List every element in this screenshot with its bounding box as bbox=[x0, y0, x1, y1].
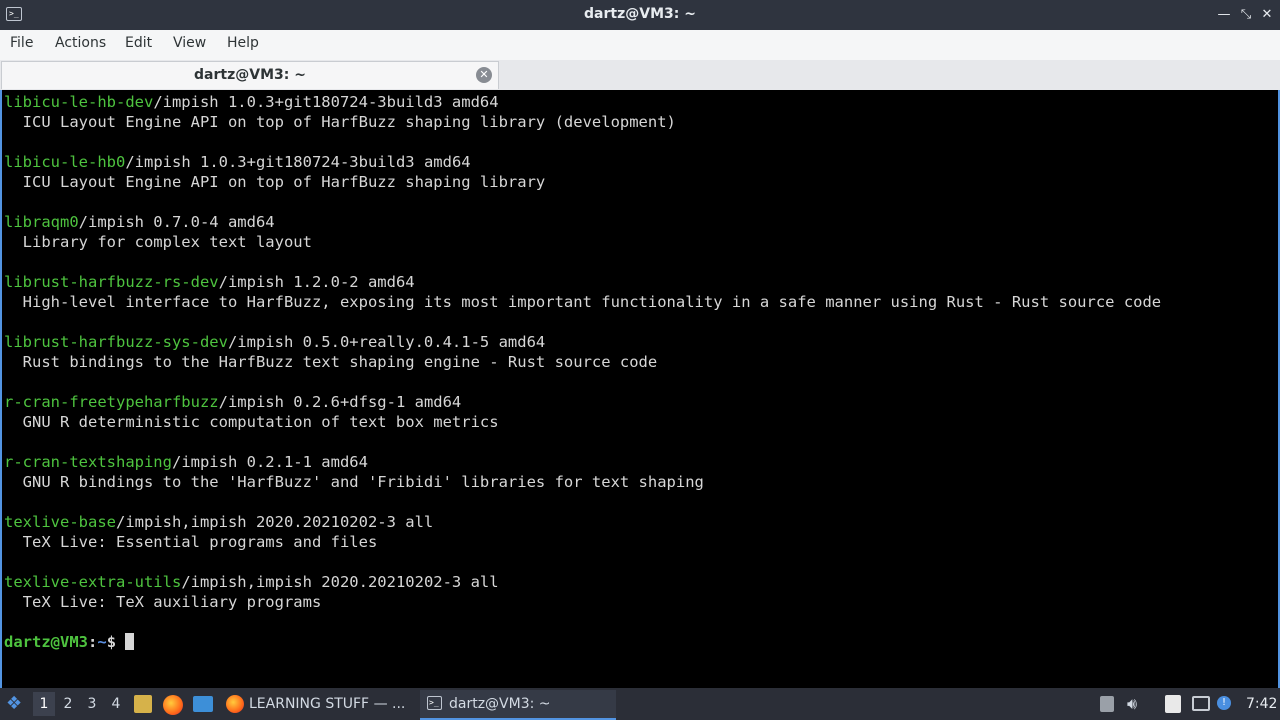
clipboard-icon[interactable] bbox=[1165, 695, 1181, 713]
package-version: /impish,impish 2020.20210202-3 all bbox=[181, 573, 499, 591]
network-icon[interactable] bbox=[1192, 696, 1210, 711]
prompt-line: dartz@VM3:~$ bbox=[4, 632, 1161, 652]
file-manager-icon[interactable] bbox=[134, 695, 152, 713]
package-description: Library for complex text layout bbox=[4, 233, 312, 251]
close-icon[interactable]: ✕ bbox=[1258, 6, 1276, 24]
package-line: texlive-base/impish,impish 2020.20210202… bbox=[4, 512, 1161, 532]
package-description: TeX Live: TeX auxiliary programs bbox=[4, 593, 322, 611]
package-version: /impish,impish 2020.20210202-3 all bbox=[115, 513, 434, 531]
package-name: r-cran-textshaping bbox=[4, 453, 172, 471]
taskbar: ❖ 1 2 3 4 LEARNING STUFF — ... >_ dartz@… bbox=[0, 688, 1280, 720]
menu-file[interactable]: File bbox=[10, 35, 33, 51]
tab-close-icon[interactable]: ✕ bbox=[476, 67, 492, 83]
package-name: texlive-extra-utils bbox=[4, 573, 182, 591]
menu-edit[interactable]: Edit bbox=[125, 35, 152, 51]
menu-help[interactable]: Help bbox=[227, 35, 259, 51]
cursor[interactable] bbox=[125, 633, 135, 650]
task-firefox[interactable]: LEARNING STUFF — ... bbox=[222, 690, 412, 718]
package-name: libicu-le-hb-dev bbox=[4, 93, 154, 111]
tab-label: dartz@VM3: ~ bbox=[194, 67, 306, 83]
prompt-user: dartz@VM3 bbox=[4, 633, 88, 651]
package-line: librust-harfbuzz-rs-dev/impish 1.2.0-2 a… bbox=[4, 272, 1161, 292]
package-name: texlive-base bbox=[4, 513, 116, 531]
clock[interactable]: 7:42 bbox=[1246, 688, 1277, 720]
terminal-lines: libicu-le-hb-dev/impish 1.0.3+git180724-… bbox=[4, 92, 1161, 652]
package-version: /impish 0.7.0-4 amd64 bbox=[78, 213, 275, 231]
workspace-4[interactable]: 4 bbox=[105, 692, 127, 716]
package-version: /impish 0.2.6+dfsg-1 amd64 bbox=[218, 393, 462, 411]
package-name: libraqm0 bbox=[4, 213, 79, 231]
task-label: dartz@VM3: ~ bbox=[449, 696, 551, 712]
workspace-3[interactable]: 3 bbox=[81, 692, 103, 716]
firefox-icon[interactable] bbox=[163, 695, 183, 715]
tab-terminal[interactable]: dartz@VM3: ~ ✕ bbox=[1, 61, 499, 89]
menu-view[interactable]: View bbox=[173, 35, 206, 51]
package-description: High-level interface to HarfBuzz, exposi… bbox=[4, 293, 1162, 311]
package-name: librust-harfbuzz-rs-dev bbox=[4, 273, 219, 291]
workspace-1[interactable]: 1 bbox=[33, 692, 55, 716]
package-description: GNU R bindings to the 'HarfBuzz' and 'Fr… bbox=[4, 473, 704, 491]
tab-bar: dartz@VM3: ~ ✕ bbox=[0, 60, 1280, 90]
package-version: /impish 1.0.3+git180724-3build3 amd64 bbox=[153, 93, 499, 111]
package-line: r-cran-textshaping/impish 0.2.1-1 amd64 bbox=[4, 452, 1161, 472]
package-name: libicu-le-hb0 bbox=[4, 153, 126, 171]
firefox-icon bbox=[226, 695, 244, 713]
package-version: /impish 1.2.0-2 amd64 bbox=[218, 273, 415, 291]
package-name: librust-harfbuzz-sys-dev bbox=[4, 333, 228, 351]
menu-actions[interactable]: Actions bbox=[55, 35, 106, 51]
prompt-path: ~ bbox=[97, 633, 107, 651]
menubar: File Actions Edit View Help bbox=[0, 30, 1280, 61]
show-desktop-icon[interactable] bbox=[193, 696, 213, 712]
terminal-icon: >_ bbox=[427, 696, 442, 710]
package-version: /impish 1.0.3+git180724-3build3 amd64 bbox=[125, 153, 471, 171]
window-title: dartz@VM3: ~ bbox=[584, 6, 696, 22]
package-version: /impish 0.2.1-1 amd64 bbox=[171, 453, 368, 471]
package-description: ICU Layout Engine API on top of HarfBuzz… bbox=[4, 173, 546, 191]
minimize-icon[interactable]: — bbox=[1215, 6, 1233, 24]
task-terminal[interactable]: >_ dartz@VM3: ~ bbox=[420, 690, 616, 720]
notification-icon[interactable]: ! bbox=[1217, 696, 1231, 710]
package-description: ICU Layout Engine API on top of HarfBuzz… bbox=[4, 113, 676, 131]
workspace-2[interactable]: 2 bbox=[57, 692, 79, 716]
package-line: libicu-le-hb0/impish 1.0.3+git180724-3bu… bbox=[4, 152, 1161, 172]
maximize-icon[interactable]: ⤡ bbox=[1237, 6, 1255, 24]
terminal-output[interactable]: libicu-le-hb-dev/impish 1.0.3+git180724-… bbox=[0, 90, 1280, 688]
window-titlebar[interactable]: >_ dartz@VM3: ~ — ⤡ ✕ bbox=[0, 0, 1280, 30]
package-line: r-cran-freetypeharfbuzz/impish 0.2.6+dfs… bbox=[4, 392, 1161, 412]
package-line: libraqm0/impish 0.7.0-4 amd64 bbox=[4, 212, 1161, 232]
prompt-symbol: $ bbox=[106, 633, 126, 651]
package-version: /impish 0.5.0+really.0.4.1-5 amd64 bbox=[227, 333, 546, 351]
prompt-separator: : bbox=[88, 633, 98, 651]
package-line: libicu-le-hb-dev/impish 1.0.3+git180724-… bbox=[4, 92, 1161, 112]
volume-icon[interactable]: 🔊︎ bbox=[1127, 688, 1137, 720]
package-description: Rust bindings to the HarfBuzz text shapi… bbox=[4, 353, 658, 371]
package-updates-icon[interactable] bbox=[1100, 696, 1114, 712]
package-line: texlive-extra-utils/impish,impish 2020.2… bbox=[4, 572, 1161, 592]
package-name: r-cran-freetypeharfbuzz bbox=[4, 393, 219, 411]
package-description: GNU R deterministic computation of text … bbox=[4, 413, 499, 431]
package-description: TeX Live: Essential programs and files bbox=[4, 533, 378, 551]
package-line: librust-harfbuzz-sys-dev/impish 0.5.0+re… bbox=[4, 332, 1161, 352]
task-label: LEARNING STUFF — ... bbox=[249, 696, 406, 712]
start-menu-icon[interactable]: ❖ bbox=[6, 688, 22, 720]
